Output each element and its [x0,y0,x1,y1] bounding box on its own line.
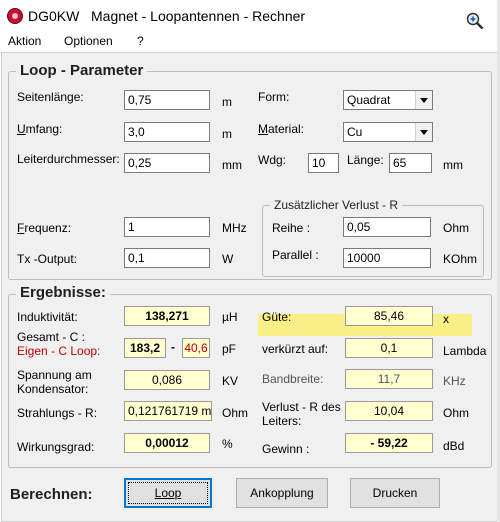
bandbreite-label: Bandbreite: [262,372,324,386]
form-label: Form: [258,90,290,104]
material-select[interactable]: Cu [343,122,433,142]
spannung-unit: KV [222,374,239,388]
form-select-value: Quadrat [347,93,391,107]
material-label-hotkey: M [258,122,268,136]
verkuerzt-output: 0,1 [345,338,433,358]
umfang-unit: m [222,127,232,141]
bandbreite-unit: KHz [443,374,466,388]
frequenz-label: Frequenz: [17,221,71,235]
umfang-label-hotkey: U [17,122,26,136]
title-prefix: DG0KW [28,8,80,24]
wirkungsgrad-unit: % [222,437,233,451]
verlust-r-output: 10,04 [345,401,433,421]
c-separator: - [171,340,175,354]
eigen-c-output: 40,6 [182,338,210,358]
tx-output-input[interactable]: 0,1 [124,248,210,268]
verkuerzt-unit: Lambda [443,344,487,358]
material-label: Material: [258,122,304,136]
spannung-output: 0,086 [124,370,210,390]
frequenz-label-rest: requenz: [24,221,72,235]
strahlung-output: 0,121761719 m [124,401,212,421]
strahlung-label: Strahlungs - R: [17,406,98,420]
strahlung-unit: Ohm [222,406,249,420]
eigen-c-label: Eigen - C Loop: [17,344,101,358]
leiterdurchmesser-label: Leiterdurchmesser: [17,152,120,166]
app-icon [7,8,23,24]
verkuerzt-label: verkürzt auf: [262,342,329,356]
menu-help[interactable]: ? [137,34,144,48]
material-dropdown-arrow-icon[interactable] [415,123,432,141]
wirkungsgrad-output: 0,00012 [124,433,210,453]
parallel-input[interactable]: 10000 [343,248,431,268]
menu-optionen[interactable]: Optionen [64,34,113,48]
drucken-button-label: Drucken [372,486,418,500]
verlust-r-label-1: Verlust - R des [262,400,341,414]
seitenlaenge-input[interactable]: 0,75 [124,90,210,110]
wdg-input[interactable]: 10 [308,153,339,173]
induktivitaet-label: Induktivität: [17,310,78,324]
c-unit: pF [222,342,237,356]
leiterdurchmesser-unit: mm [222,158,242,172]
laenge-unit: mm [443,158,463,172]
bandbreite-output: 11,7 [345,369,433,389]
umfang-label-rest: mfang: [25,122,63,136]
parallel-label: Parallel : [272,248,319,262]
ankopplung-button-label: Ankopplung [250,486,314,500]
spannung-label-1: Spannung am [17,368,92,382]
parallel-unit: KOhm [443,252,478,266]
menu-aktion[interactable]: Aktion [8,34,41,48]
gewinn-output: - 59,22 [345,433,433,453]
frequenz-input[interactable]: 1 [124,217,210,237]
screen: { "window": { "title_prefix": "DG0KW", "… [0,0,500,522]
reihe-unit: Ohm [443,221,470,235]
seitenlaenge-unit: m [222,95,232,109]
verlust-r-unit: Ohm [443,406,470,420]
guete-output: 85,46 [345,306,433,326]
material-select-value: Cu [347,125,363,139]
title-bar: DG0KW Magnet - Loopantennen - Rechner [0,0,500,32]
title-main: Magnet - Loopantennen - Rechner [91,8,306,24]
seitenlaenge-label: Seitenlänge: [17,90,84,104]
verlust-r-label-2: Leiters: [262,414,302,428]
gesamt-c-output: 183,2 [124,338,166,358]
form-select[interactable]: Quadrat [343,90,433,110]
guete-label: Güte: [262,310,292,324]
wdg-label: Wdg: [258,153,287,167]
loop-parameter-title: Loop - Parameter [16,62,148,79]
laenge-input[interactable]: 65 [389,153,432,173]
magnifier-zoom-icon[interactable] [466,12,484,30]
wirkungsgrad-label: Wirkungsgrad: [17,440,95,454]
form-dropdown-arrow-icon[interactable] [415,91,432,109]
reihe-label: Reihe : [272,221,311,235]
induktivitaet-unit: µH [222,310,238,324]
ergebnisse-title: Ergebnisse: [16,284,110,301]
ankopplung-button[interactable]: Ankopplung [236,478,328,508]
material-label-rest: aterial: [268,122,305,136]
laenge-label: Länge: [347,153,384,167]
umfang-input[interactable]: 3,0 [124,122,210,142]
reihe-input[interactable]: 0,05 [343,217,431,237]
frequenz-unit: MHz [222,221,247,235]
gewinn-label: Gewinn : [262,442,310,456]
induktivitaet-output: 138,271 [124,306,210,326]
umfang-label: Umfang: [17,122,62,136]
drucken-button[interactable]: Drucken [350,478,440,508]
leiterdurchmesser-input[interactable]: 0,25 [124,153,210,173]
spannung-label-2: Kondensator: [17,382,89,396]
gewinn-unit: dBd [443,439,465,453]
gesamt-c-label: Gesamt - C : [17,330,86,344]
loop-button[interactable]: Loop [124,478,212,508]
tx-output-label: Tx -Output: [17,252,78,266]
guete-unit: x [443,312,449,326]
berechnen-label: Berechnen: [10,486,93,503]
window-title: DG0KW Magnet - Loopantennen - Rechner [28,8,305,24]
verlust-group-title: Zusätzlicher Verlust - R [270,198,403,212]
tx-output-unit: W [222,252,234,266]
menu-bar: Aktion Optionen ? [0,32,500,52]
loop-button-label: Loop [154,486,182,500]
